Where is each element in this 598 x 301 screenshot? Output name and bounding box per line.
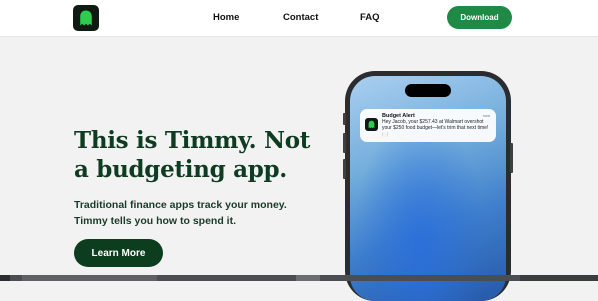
download-button[interactable]: Download <box>447 6 512 29</box>
dynamic-island <box>405 84 451 97</box>
notification-body: Hey Jacob, your $257.43 at Walmart overs… <box>382 119 489 138</box>
logo[interactable] <box>73 5 99 31</box>
hero-title: This is Timmy. Not a budgeting app. <box>74 127 311 183</box>
taskbar-segment <box>296 275 320 281</box>
ghost-icon <box>80 10 92 26</box>
nav-faq-link[interactable]: FAQ <box>360 12 380 23</box>
phone-power-button <box>510 143 513 173</box>
navbar: Home Contact FAQ Download <box>0 0 598 37</box>
app-icon <box>365 118 378 131</box>
phone-volume-down-button <box>343 159 346 179</box>
budget-notification: Budget Alert now Hey Jacob, your $257.43… <box>360 109 496 142</box>
phone-side-button <box>343 113 346 125</box>
phone-mockup: Budget Alert now Hey Jacob, your $257.43… <box>343 71 513 301</box>
phone-volume-up-button <box>343 133 346 153</box>
taskbar-segment <box>22 275 157 281</box>
phone-screen: Budget Alert now Hey Jacob, your $257.43… <box>350 76 506 301</box>
notification-time: now <box>482 113 490 118</box>
nav-contact-link[interactable]: Contact <box>283 12 318 23</box>
nav-home-link[interactable]: Home <box>213 12 239 23</box>
learn-more-button[interactable]: Learn More <box>74 239 163 267</box>
hero-subtitle: Traditional finance apps track your mone… <box>74 199 287 227</box>
taskbar-segment <box>0 275 10 281</box>
ghost-icon <box>368 120 375 129</box>
taskbar-segment <box>520 275 598 281</box>
taskbar-strip <box>0 275 598 281</box>
